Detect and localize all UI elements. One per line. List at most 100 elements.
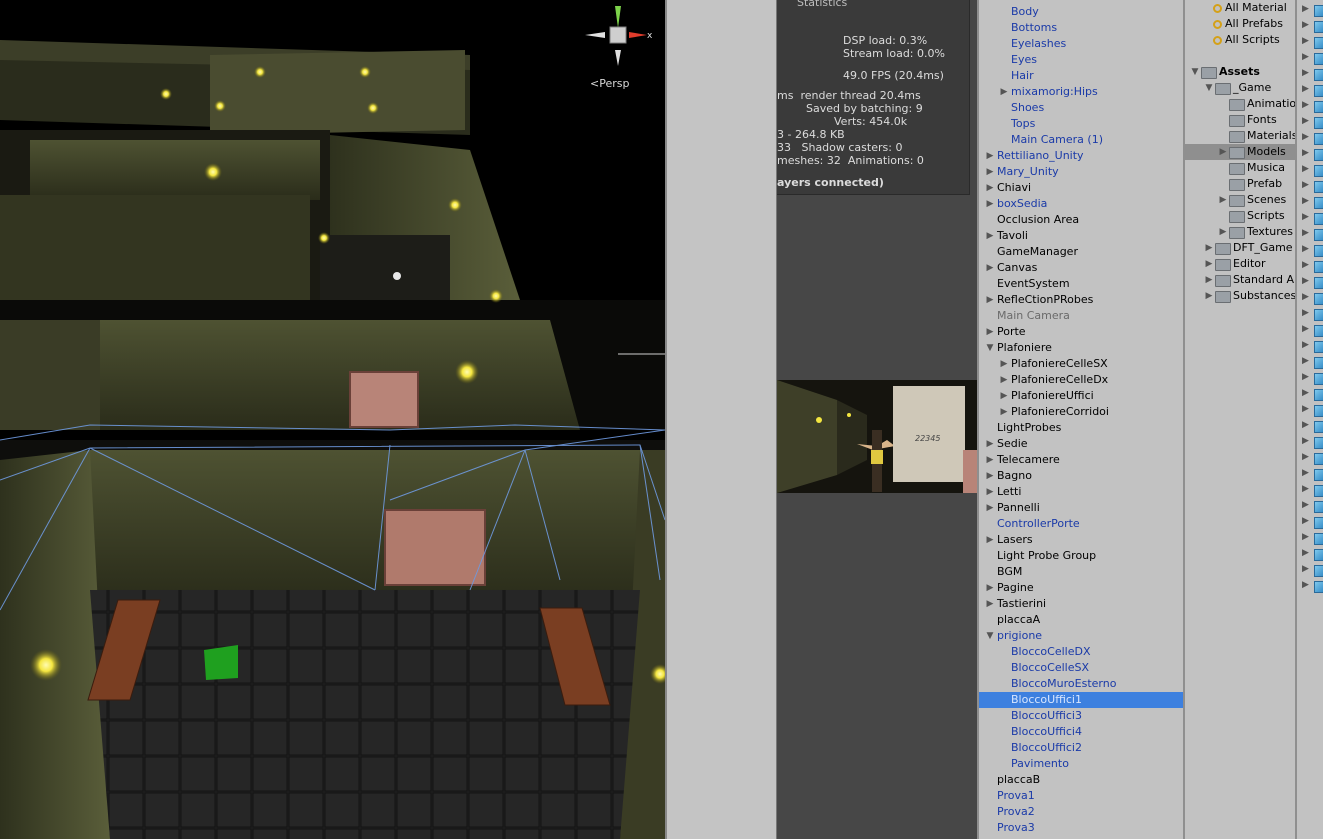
asset-item[interactable]: ▶: [1299, 258, 1323, 274]
hierarchy-item[interactable]: ▼ Plafoniere: [979, 340, 1183, 356]
asset-item[interactable]: ▶: [1299, 50, 1323, 66]
asset-item[interactable]: ▶: [1299, 18, 1323, 34]
expand-arrow-right-icon[interactable]: ▶: [999, 84, 1009, 100]
expand-arrow-right-icon[interactable]: ▶: [999, 372, 1009, 388]
asset-item[interactable]: ▶: [1299, 450, 1323, 466]
expand-arrow-right-icon[interactable]: ▶: [985, 164, 995, 180]
project-folder[interactable]: Animatio: [1185, 96, 1295, 112]
asset-item[interactable]: ▶: [1299, 178, 1323, 194]
expand-arrow-right-icon[interactable]: ▶: [1302, 260, 1309, 270]
expand-arrow-right-icon[interactable]: ▶: [1204, 272, 1214, 288]
hierarchy-item[interactable]: ▶ Telecamere: [979, 452, 1183, 468]
hierarchy-item[interactable]: ▶ boxSedia: [979, 196, 1183, 212]
hierarchy-item[interactable]: Eyes: [979, 52, 1183, 68]
asset-item[interactable]: ▶: [1299, 322, 1323, 338]
expand-arrow-right-icon[interactable]: ▶: [1302, 516, 1309, 526]
asset-item[interactable]: ▶: [1299, 306, 1323, 322]
expand-arrow-down-icon[interactable]: ▼: [1204, 80, 1214, 96]
scene-gizmo[interactable]: x: [585, 2, 655, 72]
asset-item[interactable]: ▶: [1299, 562, 1323, 578]
hierarchy-item[interactable]: ▶ Letti: [979, 484, 1183, 500]
project-folder[interactable]: ▼ _Game: [1185, 80, 1295, 96]
expand-arrow-right-icon[interactable]: ▶: [1302, 244, 1309, 254]
expand-arrow-right-icon[interactable]: ▶: [999, 356, 1009, 372]
asset-item[interactable]: ▶: [1299, 386, 1323, 402]
hierarchy-item[interactable]: Bottoms: [979, 20, 1183, 36]
expand-arrow-right-icon[interactable]: ▶: [1204, 240, 1214, 256]
expand-arrow-right-icon[interactable]: ▶: [1302, 100, 1309, 110]
hierarchy-item[interactable]: Prova2: [979, 804, 1183, 820]
hierarchy-item[interactable]: Eyelashes: [979, 36, 1183, 52]
expand-arrow-right-icon[interactable]: ▶: [985, 228, 995, 244]
expand-arrow-right-icon[interactable]: ▶: [985, 532, 995, 548]
hierarchy-item[interactable]: BloccoUffici2: [979, 740, 1183, 756]
expand-arrow-right-icon[interactable]: ▶: [1302, 548, 1309, 558]
expand-arrow-right-icon[interactable]: ▶: [999, 388, 1009, 404]
expand-arrow-right-icon[interactable]: ▶: [1302, 180, 1309, 190]
game-view-render[interactable]: 22345: [777, 380, 977, 493]
asset-list-panel[interactable]: ▶ ▶ ▶ ▶ ▶ ▶ ▶ ▶ ▶ ▶ ▶ ▶ ▶ ▶ ▶ ▶ ▶ ▶ ▶ ▶ ▶ ▶ ▶ ▶ ▶ ▶ ▶ ▶ ▶ ▶ ▶ ▶ ▶ ▶ ▶ ▶ ▶: [1295, 0, 1323, 839]
expand-arrow-right-icon[interactable]: ▶: [1302, 20, 1309, 30]
hierarchy-item[interactable]: ▶ Chiavi: [979, 180, 1183, 196]
asset-item[interactable]: ▶: [1299, 210, 1323, 226]
asset-item[interactable]: ▶: [1299, 418, 1323, 434]
hierarchy-item[interactable]: ▶ Porte: [979, 324, 1183, 340]
asset-item[interactable]: ▶: [1299, 546, 1323, 562]
expand-arrow-right-icon[interactable]: ▶: [985, 468, 995, 484]
expand-arrow-right-icon[interactable]: ▶: [1302, 436, 1309, 446]
hierarchy-item[interactable]: BloccoUffici4: [979, 724, 1183, 740]
expand-arrow-right-icon[interactable]: ▶: [1302, 196, 1309, 206]
asset-item[interactable]: ▶: [1299, 2, 1323, 18]
asset-item[interactable]: ▶: [1299, 34, 1323, 50]
hierarchy-item[interactable]: Tops: [979, 116, 1183, 132]
expand-arrow-right-icon[interactable]: ▶: [1302, 500, 1309, 510]
expand-arrow-right-icon[interactable]: ▶: [1302, 372, 1309, 382]
favorite-all-prefabs[interactable]: All Prefabs: [1185, 16, 1295, 32]
project-folder[interactable]: Musica: [1185, 160, 1295, 176]
hierarchy-item[interactable]: Body: [979, 4, 1183, 20]
hierarchy-item[interactable]: GameManager: [979, 244, 1183, 260]
expand-arrow-right-icon[interactable]: ▶: [1302, 36, 1309, 46]
hierarchy-item[interactable]: Prova3: [979, 820, 1183, 836]
asset-item[interactable]: ▶: [1299, 226, 1323, 242]
expand-arrow-down-icon[interactable]: ▼: [985, 340, 995, 356]
asset-item[interactable]: ▶: [1299, 162, 1323, 178]
expand-arrow-right-icon[interactable]: ▶: [985, 180, 995, 196]
expand-arrow-right-icon[interactable]: ▶: [999, 404, 1009, 420]
asset-item[interactable]: ▶: [1299, 274, 1323, 290]
expand-arrow-right-icon[interactable]: ▶: [1218, 224, 1228, 240]
expand-arrow-right-icon[interactable]: ▶: [985, 596, 995, 612]
asset-item[interactable]: ▶: [1299, 514, 1323, 530]
project-folder[interactable]: ▶ Textures: [1185, 224, 1295, 240]
project-folder[interactable]: ▶ DFT_Game: [1185, 240, 1295, 256]
project-folder[interactable]: Materials: [1185, 128, 1295, 144]
hierarchy-item[interactable]: LightProbes: [979, 420, 1183, 436]
asset-item[interactable]: ▶: [1299, 530, 1323, 546]
hierarchy-item[interactable]: BloccoCelleDX: [979, 644, 1183, 660]
asset-item[interactable]: ▶: [1299, 338, 1323, 354]
expand-arrow-right-icon[interactable]: ▶: [1302, 212, 1309, 222]
hierarchy-item[interactable]: ▶ Rettiliano_Unity: [979, 148, 1183, 164]
expand-arrow-right-icon[interactable]: ▶: [1302, 452, 1309, 462]
hierarchy-item[interactable]: ControllerPorte: [979, 516, 1183, 532]
expand-arrow-right-icon[interactable]: ▶: [1302, 52, 1309, 62]
scene-render[interactable]: [0, 0, 665, 839]
expand-arrow-right-icon[interactable]: ▶: [1302, 84, 1309, 94]
hierarchy-item[interactable]: BloccoMuroEsterno: [979, 676, 1183, 692]
expand-arrow-right-icon[interactable]: ▶: [985, 452, 995, 468]
project-folder[interactable]: ▶ Editor: [1185, 256, 1295, 272]
hierarchy-item[interactable]: ▶ PlafoniereCorridoi: [979, 404, 1183, 420]
hierarchy-item[interactable]: Light Probe Group: [979, 548, 1183, 564]
expand-arrow-right-icon[interactable]: ▶: [1302, 532, 1309, 542]
hierarchy-item[interactable]: BloccoUffici3: [979, 708, 1183, 724]
asset-item[interactable]: ▶: [1299, 402, 1323, 418]
persp-toggle[interactable]: <Persp: [590, 77, 629, 90]
hierarchy-item[interactable]: ▶ PlafoniereCelleSX: [979, 356, 1183, 372]
expand-arrow-right-icon[interactable]: ▶: [985, 148, 995, 164]
expand-arrow-right-icon[interactable]: ▶: [985, 500, 995, 516]
hierarchy-item[interactable]: Hair: [979, 68, 1183, 84]
expand-arrow-right-icon[interactable]: ▶: [1302, 292, 1309, 302]
hierarchy-item[interactable]: BloccoUffici1: [979, 692, 1183, 708]
favorite-all-scripts[interactable]: All Scripts: [1185, 32, 1295, 48]
hierarchy-item[interactable]: Pavimento: [979, 756, 1183, 772]
